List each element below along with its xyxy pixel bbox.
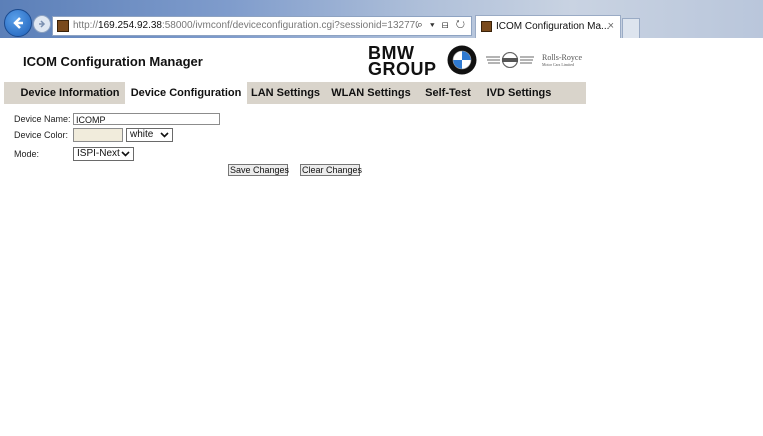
browser-toolbar: http://169.254.92.38:58000/ivmconf/devic… xyxy=(0,0,763,38)
rr-line1: Rolls-Royce xyxy=(542,53,582,62)
tab-lan-settings[interactable]: LAN Settings xyxy=(247,82,324,104)
forward-button[interactable] xyxy=(33,15,51,33)
mini-logo-icon xyxy=(486,52,534,68)
browser-tab[interactable]: ICOM Configuration Ma... × xyxy=(475,15,621,38)
brand-line2: GROUP xyxy=(368,59,437,79)
device-color-label: Device Color: xyxy=(14,130,69,140)
tab-site-icon xyxy=(481,21,492,32)
new-tab-button[interactable] xyxy=(622,18,640,38)
mode-value: ISPI-Next xyxy=(77,148,120,159)
search-icon[interactable]: ⌕ ▾ ⊟ ↻ xyxy=(417,19,467,32)
page-title: ICOM Configuration Manager xyxy=(23,54,203,69)
back-button[interactable] xyxy=(4,9,32,37)
nav-bar: Device Information Device Configuration … xyxy=(4,82,586,104)
device-color-select[interactable]: white xyxy=(126,128,173,142)
tab-title: ICOM Configuration Ma... xyxy=(496,21,610,32)
rolls-royce-logo: Rolls-Royce Motor Cars Limited xyxy=(542,53,582,67)
device-name-input[interactable]: ICOMP xyxy=(73,113,220,125)
mode-label: Mode: xyxy=(14,149,40,159)
bmw-logo-icon xyxy=(447,45,477,75)
chevron-down-icon xyxy=(121,151,130,157)
tab-device-configuration[interactable]: Device Configuration xyxy=(125,82,247,104)
close-icon[interactable]: × xyxy=(608,20,614,32)
site-icon xyxy=(57,20,69,32)
tab-wlan-settings[interactable]: WLAN Settings xyxy=(330,82,412,104)
tab-device-information[interactable]: Device Information xyxy=(15,82,125,104)
mode-select[interactable]: ISPI-Next xyxy=(73,147,134,161)
tab-ivd-settings[interactable]: IVD Settings xyxy=(484,82,554,104)
tab-self-test[interactable]: Self-Test xyxy=(420,82,476,104)
address-bar[interactable]: http://169.254.92.38:58000/ivmconf/devic… xyxy=(52,16,472,36)
back-arrow-icon xyxy=(13,17,23,29)
clear-changes-button[interactable]: Clear Changes xyxy=(300,164,362,176)
save-changes-button[interactable]: Save Changes xyxy=(228,164,289,176)
chevron-down-icon xyxy=(160,132,169,138)
device-color-swatch xyxy=(73,128,123,142)
url-text: http://169.254.92.38:58000/ivmconf/devic… xyxy=(73,20,418,31)
bmw-group-logo: BMW GROUP xyxy=(368,44,437,79)
device-color-value: white xyxy=(130,129,154,140)
rr-line2: Motor Cars Limited xyxy=(542,62,574,67)
forward-arrow-icon xyxy=(39,20,46,28)
device-name-label: Device Name: xyxy=(14,114,71,124)
